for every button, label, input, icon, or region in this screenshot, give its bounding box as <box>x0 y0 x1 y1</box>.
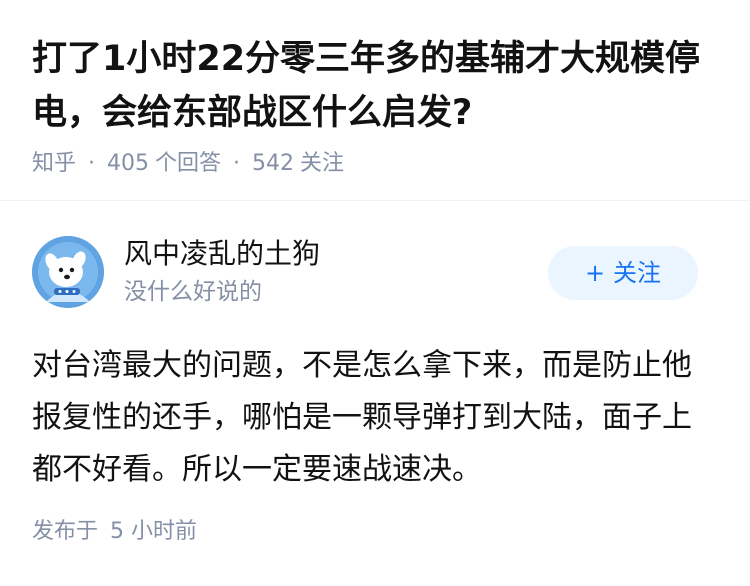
followers-label[interactable]: 关注 <box>300 151 344 176</box>
plus-icon: + <box>584 259 606 287</box>
question-header: 打了1小时22分零三年多的基辅才大规模停电，会给东部战区什么启发? 知乎 · 405… <box>32 32 722 180</box>
section-divider <box>0 200 750 201</box>
question-title[interactable]: 打了1小时22分零三年多的基辅才大规模停电，会给东部战区什么启发? <box>32 32 722 140</box>
follow-button-label: 关注 <box>613 259 662 287</box>
answers-label[interactable]: 个回答 <box>155 151 221 176</box>
question-meta: 知乎 · 405 个回答 · 542 关注 <box>32 148 722 180</box>
meta-separator: · <box>88 151 96 176</box>
published-time: 5 小时前 <box>110 519 198 544</box>
cartoon-dog-avatar-icon <box>32 236 104 308</box>
author-info: 风中凌乱的土狗 没什么好说的 + 关注 <box>32 236 698 308</box>
meta-separator: · <box>233 151 241 176</box>
author-name[interactable]: 风中凌乱的土狗 <box>124 236 320 272</box>
answer-footer: 发布于 5 小时前 <box>32 516 197 548</box>
source-label[interactable]: 知乎 <box>32 151 76 176</box>
followers-count[interactable]: 542 <box>252 151 294 176</box>
published-label: 发布于 <box>32 519 99 544</box>
answer-content[interactable]: 对台湾最大的问题，不是怎么拿下来，而是防止他报复性的还手，哪怕是一颗导弹打到大陆… <box>32 340 712 496</box>
answers-count[interactable]: 405 <box>107 151 149 176</box>
follow-button[interactable]: + 关注 <box>548 246 698 300</box>
avatar[interactable] <box>32 236 104 308</box>
author-headline: 没什么好说的 <box>124 279 262 305</box>
